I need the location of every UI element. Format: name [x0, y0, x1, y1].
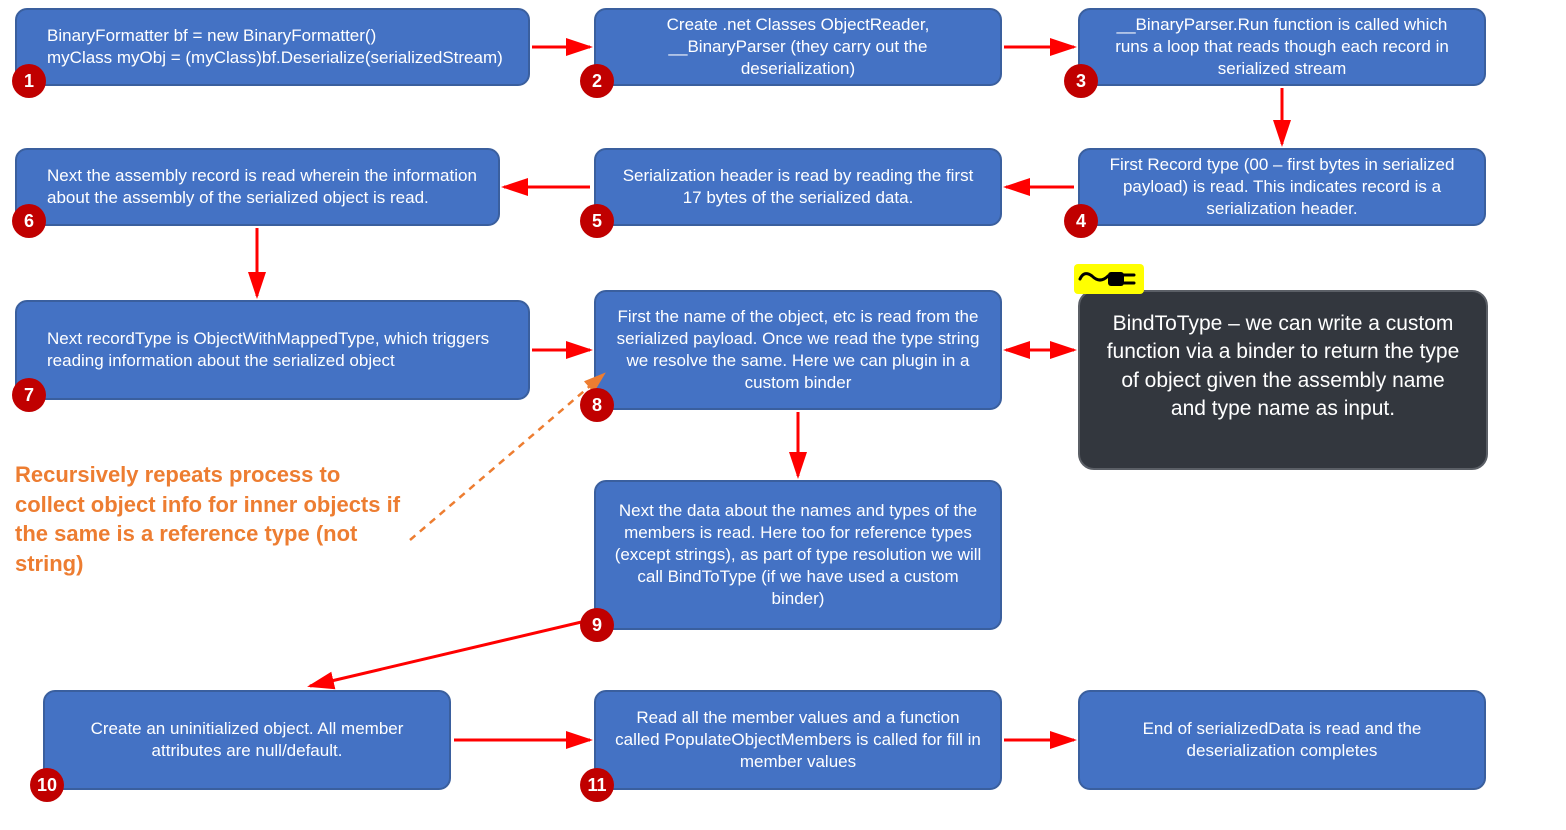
node-7-text: Next recordType is ObjectWithMappedType,…: [47, 328, 510, 372]
node-6-text: Next the assembly record is read wherein…: [47, 165, 480, 209]
plug-icon: [1074, 264, 1144, 294]
badge-6: 6: [12, 204, 46, 238]
badge-9: 9: [580, 608, 614, 642]
node-2: Create .net Classes ObjectReader, __Bina…: [594, 8, 1002, 86]
badge-8: 8: [580, 388, 614, 422]
node-11: Read all the member values and a functio…: [594, 690, 1002, 790]
dark-node-text: BindToType – we can write a custom funct…: [1107, 312, 1460, 420]
badge-7: 7: [12, 378, 46, 412]
node-8: First the name of the object, etc is rea…: [594, 290, 1002, 410]
badge-2: 2: [580, 64, 614, 98]
annotation-text: Recursively repeats process to collect o…: [15, 462, 400, 576]
node-4-text: First Record type (00 – first bytes in s…: [1098, 154, 1466, 220]
node-4: First Record type (00 – first bytes in s…: [1078, 148, 1486, 226]
node-10: Create an uninitialized object. All memb…: [43, 690, 451, 790]
node-3-text: __BinaryParser.Run function is called wh…: [1098, 14, 1466, 80]
badge-11: 11: [580, 768, 614, 802]
badge-10: 10: [30, 768, 64, 802]
badge-1: 1: [12, 64, 46, 98]
node-3: __BinaryParser.Run function is called wh…: [1078, 8, 1486, 86]
node-6: Next the assembly record is read wherein…: [15, 148, 500, 226]
node-1-text: BinaryFormatter bf = new BinaryFormatter…: [47, 25, 503, 69]
badge-4: 4: [1064, 204, 1098, 238]
node-7: Next recordType is ObjectWithMappedType,…: [15, 300, 530, 400]
node-12-text: End of serializedData is read and the de…: [1098, 718, 1466, 762]
arrow-9-10: [310, 620, 590, 686]
badge-5: 5: [580, 204, 614, 238]
badge-3: 3: [1064, 64, 1098, 98]
node-5: Serialization header is read by reading …: [594, 148, 1002, 226]
node-2-text: Create .net Classes ObjectReader, __Bina…: [614, 14, 982, 80]
dark-node-bindtotype: BindToType – we can write a custom funct…: [1078, 290, 1488, 470]
node-8-text: First the name of the object, etc is rea…: [614, 306, 982, 394]
node-11-text: Read all the member values and a functio…: [614, 707, 982, 773]
node-5-text: Serialization header is read by reading …: [614, 165, 982, 209]
node-10-text: Create an uninitialized object. All memb…: [63, 718, 431, 762]
recursion-annotation: Recursively repeats process to collect o…: [15, 460, 415, 579]
node-9-text: Next the data about the names and types …: [614, 500, 982, 610]
node-9: Next the data about the names and types …: [594, 480, 1002, 630]
node-12: End of serializedData is read and the de…: [1078, 690, 1486, 790]
node-1: BinaryFormatter bf = new BinaryFormatter…: [15, 8, 530, 86]
